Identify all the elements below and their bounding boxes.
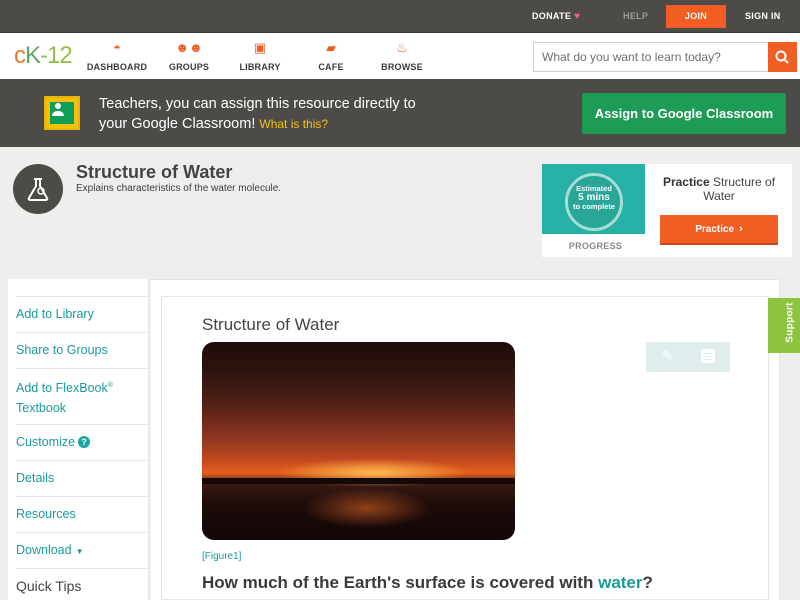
add-to-flexbook-link[interactable]: Add to FlexBook® Textbook	[16, 368, 147, 424]
donate-label: DONATE	[532, 11, 572, 21]
search-icon	[775, 50, 789, 64]
add-to-library-link[interactable]: Add to Library	[16, 296, 147, 332]
main-header: cK-12 ◓ DASHBOARD ☻☻ GROUPS ▣ LIBRARY ▰ …	[0, 33, 800, 79]
practice-title-rest: Structure of Water	[703, 175, 776, 203]
help-question-icon[interactable]: ?	[78, 436, 91, 448]
dashboard-gauge-icon: ◓	[113, 40, 121, 55]
page-subtitle: Explains characteristics of the water mo…	[76, 183, 282, 194]
details-link[interactable]: Details	[16, 460, 147, 496]
flexbook-label-line2: Textbook	[16, 401, 67, 416]
content-heading: Structure of Water	[202, 315, 340, 334]
nav-browse-label: BROWSE	[381, 62, 423, 72]
water-link[interactable]: water	[598, 573, 642, 592]
chevron-right-icon: ›	[739, 223, 743, 235]
practice-title-bold: Practice	[662, 175, 710, 189]
sunset-over-water-image	[202, 342, 515, 540]
search-button[interactable]	[768, 42, 797, 72]
library-book-icon: ▣	[253, 40, 267, 55]
help-link[interactable]: HELP	[623, 0, 648, 33]
pencil-icon[interactable]: ✎	[662, 348, 673, 364]
progress-label: PROGRESS	[568, 241, 623, 251]
top-utility-bar: DONATE ♥ HELP JOIN SIGN IN	[0, 0, 800, 33]
quick-tips-heading: Quick Tips	[16, 568, 147, 600]
caret-down-icon: ▼	[75, 547, 84, 556]
practice-button[interactable]: Practice ›	[660, 215, 778, 245]
heart-icon: ♥	[574, 11, 581, 22]
logo-k: K	[25, 42, 41, 69]
registered-mark: ®	[107, 382, 113, 389]
practice-card: Estimated 5 mins to complete PROGRESS Pr…	[542, 164, 792, 257]
resources-link[interactable]: Resources	[16, 496, 147, 532]
customize-label: Customize	[16, 435, 76, 449]
download-label: Download	[16, 543, 72, 557]
progress-graphic: Estimated 5 mins to complete	[542, 164, 645, 234]
support-tab-label: Support	[784, 302, 796, 343]
content-question: How much of the Earth's surface is cover…	[202, 573, 653, 593]
nav-dashboard-label: DASHBOARD	[86, 62, 148, 72]
nav-library-label: LIBRARY	[239, 62, 281, 72]
support-tab[interactable]: Support	[768, 298, 800, 353]
sign-in-link[interactable]: SIGN IN	[745, 0, 781, 33]
question-mark: ?	[642, 573, 653, 592]
nav-dashboard[interactable]: ◓ DASHBOARD	[82, 40, 152, 72]
browse-lightbulb-icon: ♨	[396, 40, 408, 55]
to-complete-label: to complete	[572, 202, 616, 211]
question-text: How much of the Earth's surface is cover…	[202, 573, 599, 592]
donate-link[interactable]: DONATE ♥	[532, 0, 580, 33]
practice-button-label: Practice	[695, 224, 735, 235]
cafe-chat-icon: ▰	[326, 40, 336, 55]
banner-text-line1: Teachers, you can assign this resource d…	[99, 96, 416, 112]
logo-12: -12	[40, 42, 73, 69]
chemistry-flask-icon	[13, 164, 63, 214]
customize-link[interactable]: Customize?	[16, 424, 147, 460]
join-button[interactable]: JOIN	[666, 5, 726, 28]
assign-to-google-classroom-button[interactable]: Assign to Google Classroom	[582, 93, 786, 134]
search-box	[533, 42, 797, 72]
download-link[interactable]: Download ▼	[16, 532, 147, 568]
nav-groups-label: GROUPS	[168, 62, 210, 72]
nav-cafe-label: CAFE	[318, 62, 344, 72]
nav-cafe[interactable]: ▰ CAFE	[296, 40, 366, 72]
nav-groups[interactable]: ☻☻ GROUPS	[154, 40, 224, 72]
page-title: Structure of Water	[76, 162, 233, 182]
practice-title: Practice Structure of Water	[654, 175, 784, 203]
logo-c: c	[14, 42, 26, 69]
groups-people-icon: ☻☻	[175, 40, 203, 55]
google-classroom-icon	[44, 96, 80, 130]
content-tools: ✎	[646, 342, 730, 372]
share-to-groups-link[interactable]: Share to Groups	[16, 332, 147, 368]
left-sidebar: Add to Library Share to Groups Add to Fl…	[8, 279, 149, 600]
figure-label[interactable]: [Figure1]	[202, 551, 241, 562]
classroom-banner-text: Teachers, you can assign this resource d…	[99, 94, 459, 134]
nav-library[interactable]: ▣ LIBRARY	[225, 40, 295, 72]
estimated-time: Estimated 5 mins to complete	[565, 184, 623, 211]
flexbook-label-line1: Add to FlexBook	[16, 381, 108, 396]
what-is-this-link[interactable]: What is this?	[259, 117, 328, 131]
notes-icon[interactable]	[701, 349, 715, 363]
ck12-logo[interactable]: cK-12	[14, 42, 73, 70]
banner-text-line2: your Google Classroom!	[99, 116, 256, 132]
nav-browse[interactable]: ♨ BROWSE	[367, 40, 437, 72]
search-input[interactable]	[534, 43, 770, 71]
